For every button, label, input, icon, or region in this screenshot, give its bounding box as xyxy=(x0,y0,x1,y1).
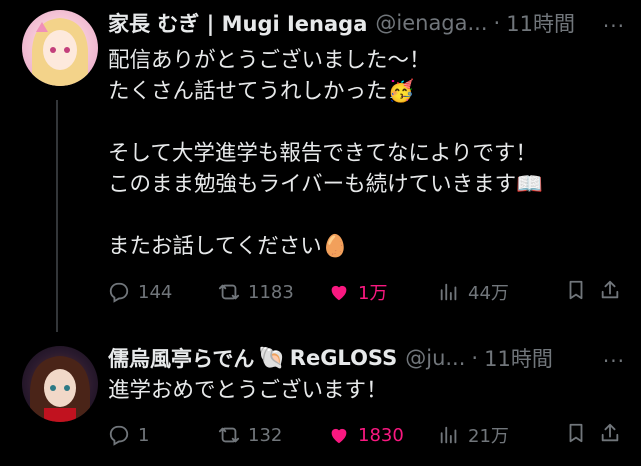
view-count: 21万 xyxy=(468,426,509,447)
reply-icon xyxy=(109,425,129,446)
reply-count: 1 xyxy=(138,424,150,446)
timestamp[interactable]: 11時間 xyxy=(506,8,575,38)
user-handle[interactable]: @ienaga... xyxy=(375,11,487,35)
reply-count: 144 xyxy=(138,281,173,303)
like-count: 1万 xyxy=(358,283,388,304)
post-header: 儒烏風亭らでん 🐚 ReGLOSS @ju... · 11時間 ··· xyxy=(108,343,641,374)
retweet-button[interactable]: 1183 xyxy=(218,281,328,303)
user-handle[interactable]: @ju... xyxy=(405,346,465,370)
like-button[interactable]: 1830 xyxy=(328,424,438,446)
heart-icon xyxy=(331,428,347,444)
separator-dot: · xyxy=(471,346,479,370)
avatar[interactable] xyxy=(22,346,98,422)
avatar-illustration xyxy=(30,356,90,422)
display-name[interactable]: 家長 むぎ | Mugi Ienaga xyxy=(108,8,367,38)
display-name[interactable]: 儒烏風亭らでん xyxy=(108,343,254,373)
more-options-icon[interactable]: ··· xyxy=(603,14,625,38)
views-button[interactable]: 44万 xyxy=(438,279,548,305)
shell-emoji: 🐚 xyxy=(258,345,286,371)
more-options-icon[interactable]: ··· xyxy=(603,349,625,373)
reply-button[interactable]: 1 xyxy=(108,424,218,446)
heart-icon xyxy=(331,285,347,301)
avatar-illustration xyxy=(32,18,88,86)
post-text: 進学おめでとうございます！ xyxy=(108,378,388,403)
retweet-count: 132 xyxy=(248,424,283,446)
retweet-button[interactable]: 132 xyxy=(218,424,328,446)
separator-dot: · xyxy=(493,11,501,35)
avatar[interactable] xyxy=(22,10,98,86)
views-button[interactable]: 21万 xyxy=(438,422,548,448)
retweet-icon xyxy=(218,284,240,300)
retweet-count: 1183 xyxy=(248,281,294,303)
reply-button[interactable]: 144 xyxy=(108,281,218,303)
action-bar: 1 132 1830 21万 xyxy=(108,420,621,450)
like-count: 1830 xyxy=(358,424,404,446)
action-bar: 144 1183 1万 44万 xyxy=(108,277,621,307)
post-header: 家長 むぎ | Mugi Ienaga @ienaga... · 11時間 ··… xyxy=(108,8,641,38)
view-count: 44万 xyxy=(468,283,509,304)
share-icon[interactable] xyxy=(599,279,621,301)
retweet-icon xyxy=(218,427,240,443)
like-button[interactable]: 1万 xyxy=(328,279,438,305)
reply-icon xyxy=(109,282,129,303)
bookmark-icon[interactable] xyxy=(565,279,587,301)
post-text: 配信ありがとうございました〜！ たくさん話せてうれしかった🥳 そして大学進学も報… xyxy=(108,48,543,259)
timestamp[interactable]: 11時間 xyxy=(484,343,553,373)
views-icon xyxy=(440,283,457,301)
share-icon[interactable] xyxy=(599,422,621,444)
bookmark-icon[interactable] xyxy=(565,422,587,444)
display-name-suffix[interactable]: ReGLOSS xyxy=(290,346,397,370)
thread-connector-line xyxy=(56,100,58,332)
views-icon xyxy=(440,426,457,444)
